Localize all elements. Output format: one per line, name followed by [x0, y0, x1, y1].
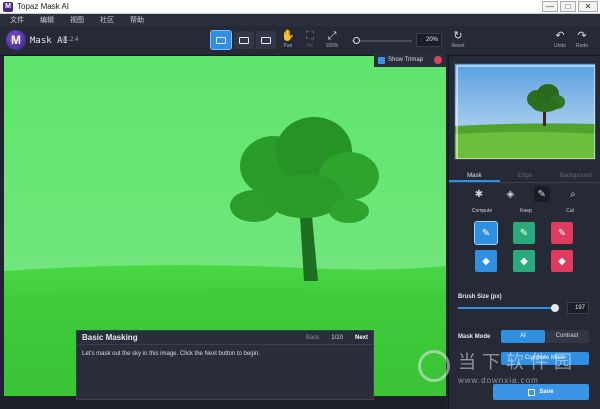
- hand-icon: ✋: [281, 30, 295, 42]
- brush-row-1: ✎ ✎ ✎: [474, 221, 573, 245]
- single-view-button[interactable]: [210, 30, 232, 50]
- undo-button[interactable]: ↶ Undo: [548, 29, 572, 53]
- brush-size-handle[interactable]: [551, 304, 559, 312]
- trimap-label: Show Trimap: [388, 57, 424, 63]
- watermark-logo: [418, 350, 450, 382]
- split-view-icon: [239, 36, 249, 44]
- redo-icon: ↷: [577, 30, 587, 42]
- title-bar: M Topaz Mask AI — □ ✕: [0, 0, 600, 14]
- tutorial-panel: Basic Masking Back 1/10 Next Let's mask …: [76, 330, 374, 400]
- fill-tool-icon[interactable]: ◈: [502, 186, 518, 202]
- window-controls: — □ ✕: [542, 1, 598, 12]
- expand-icon: ⤢: [327, 30, 337, 42]
- watermark-text: 当下软件园: [458, 352, 578, 372]
- maximize-button[interactable]: □: [560, 1, 576, 12]
- app-icon: M: [3, 1, 13, 12]
- cut-label: Cut: [566, 208, 574, 214]
- bucket-icon: ◆: [558, 255, 566, 267]
- keep-label: Keep: [520, 208, 532, 214]
- brush-size-slider[interactable]: [458, 307, 555, 309]
- side-by-side-view-icon: [261, 36, 271, 44]
- logo: M: [6, 30, 26, 50]
- menu-bar: 文件 编辑 视图 社区 帮助: [0, 14, 600, 26]
- menu-community[interactable]: 社区: [100, 15, 114, 25]
- redo-button[interactable]: ↷ Redo: [570, 29, 594, 53]
- tutorial-page-indicator: 1/10: [331, 334, 343, 341]
- minimize-button[interactable]: —: [542, 1, 558, 12]
- brush-size-value[interactable]: 197: [567, 302, 589, 314]
- keep-fill-button[interactable]: ◆: [513, 250, 535, 272]
- panel-tabs: Mask Edge Background: [449, 169, 600, 183]
- tutorial-header: Basic Masking Back 1/10 Next: [77, 331, 373, 345]
- toolbar: M Mask AI v1.2.4 ✋ Pan ⛶ Fit ⤢ 100% 20% …: [0, 26, 600, 56]
- brush-type-labels: Compute Keep Cut: [471, 208, 581, 214]
- brush-tool-icon[interactable]: ✎: [533, 186, 550, 202]
- tutorial-title: Basic Masking: [82, 333, 138, 342]
- person-select-tool-icon[interactable]: ✱: [471, 186, 487, 202]
- menu-edit[interactable]: 编辑: [40, 15, 54, 25]
- brush-icon: ✎: [557, 227, 567, 239]
- undo-icon: ↶: [555, 30, 565, 42]
- menu-help[interactable]: 帮助: [130, 15, 144, 25]
- zoom-100-button[interactable]: ⤢ 100%: [320, 29, 344, 53]
- menu-file[interactable]: 文件: [10, 15, 24, 25]
- navigator-thumbnail[interactable]: [454, 63, 596, 160]
- split-view-button[interactable]: [234, 31, 254, 49]
- compute-fill-button[interactable]: ◆: [475, 250, 497, 272]
- tab-edge[interactable]: Edge: [500, 169, 551, 182]
- watermark-url: www.downxia.com: [458, 376, 539, 385]
- watermark: 当下软件园 www.downxia.com: [418, 348, 588, 398]
- tutorial-back-button[interactable]: Back: [306, 335, 319, 341]
- show-trimap-toggle[interactable]: Show Trimap: [374, 53, 446, 67]
- zoom-slider[interactable]: [352, 40, 412, 42]
- tutorial-next-button[interactable]: Next: [355, 335, 368, 341]
- tab-mask[interactable]: Mask: [449, 169, 500, 182]
- trimap-checkbox[interactable]: [378, 56, 385, 64]
- side-by-side-view-button[interactable]: [256, 31, 276, 49]
- close-button[interactable]: ✕: [578, 1, 598, 12]
- reset-button[interactable]: ↻ Reset: [446, 29, 470, 53]
- cut-fill-button[interactable]: ◆: [551, 250, 573, 272]
- tab-background[interactable]: Background: [550, 169, 600, 182]
- menu-view[interactable]: 视图: [70, 15, 84, 25]
- mask-mode-contrast-button[interactable]: Contrast: [545, 330, 589, 343]
- fit-icon: ⛶: [306, 30, 314, 42]
- tutorial-body: Let's mask out the sky in this image. Cl…: [82, 351, 260, 357]
- compute-brush-button[interactable]: ✎: [474, 221, 498, 245]
- brush-icon: ✎: [481, 227, 491, 239]
- reset-icon: ↻: [453, 30, 463, 42]
- mask-mode-ai-button[interactable]: AI: [501, 330, 545, 343]
- brush-icon: ✎: [519, 227, 529, 239]
- pan-button[interactable]: ✋ Pan: [276, 29, 300, 53]
- bucket-icon: ◆: [482, 255, 490, 267]
- mask-tool-icons: ✱ ◈ ✎ ⌕: [471, 186, 581, 202]
- brush-size-label: Brush Size (px): [458, 294, 502, 300]
- keep-brush-button[interactable]: ✎: [513, 222, 535, 244]
- thumbnail-image: [455, 64, 595, 159]
- brush-row-2: ◆ ◆ ◆: [475, 250, 573, 272]
- mask-mode-label: Mask Mode: [458, 334, 491, 340]
- eyedropper-tool-icon[interactable]: ⌕: [565, 186, 581, 202]
- fit-button[interactable]: ⛶ Fit: [298, 29, 322, 53]
- app-version: v1.2.4: [62, 37, 79, 43]
- cut-brush-button[interactable]: ✎: [551, 222, 573, 244]
- zoom-slider-handle[interactable]: [353, 37, 360, 44]
- zoom-value[interactable]: 20%: [416, 33, 442, 47]
- trimap-color-swatch[interactable]: [434, 56, 442, 64]
- window-title: Topaz Mask AI: [17, 2, 70, 11]
- bucket-icon: ◆: [520, 255, 528, 267]
- compute-label: Compute: [471, 208, 493, 214]
- single-view-icon: [216, 36, 226, 44]
